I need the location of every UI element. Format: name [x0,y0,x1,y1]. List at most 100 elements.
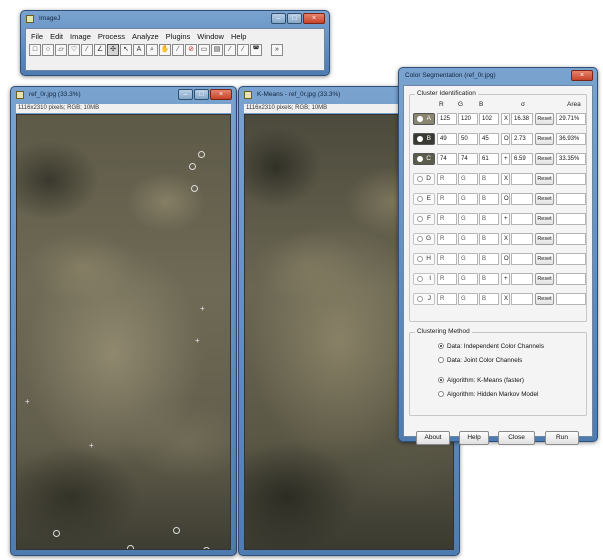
angle-tool-icon[interactable]: ∠ [94,44,106,56]
menu-process[interactable]: Process [98,32,125,41]
cluster-select[interactable]: E [413,193,435,205]
blue-field[interactable]: B [479,253,499,265]
cluster-select[interactable]: D [413,173,435,185]
flood-tool-icon[interactable]: ◚ [250,44,262,56]
stk-tool-icon[interactable]: ▤ [211,44,223,56]
green-field[interactable]: G [458,233,478,245]
line-tool-icon[interactable]: ⁄ [81,44,93,56]
cluster-radio-icon[interactable] [417,256,423,262]
menu-help[interactable]: Help [231,32,246,41]
cluster-select[interactable]: H [413,253,435,265]
dropper-tool-icon[interactable]: ⁄ [172,44,184,56]
reset-button[interactable]: Reset [535,153,554,165]
reset-button[interactable]: Reset [535,293,554,305]
red-field[interactable]: 125 [437,113,457,125]
original-image-canvas[interactable]: + + + + [16,114,231,550]
option-data-independent-color-channels[interactable]: Data: Independent Color Channels [438,343,544,350]
cluster-select[interactable]: F [413,213,435,225]
option-data-joint-color-channels[interactable]: Data: Joint Color Channels [438,357,522,364]
freehand-tool-icon[interactable]: ♡ [68,44,80,56]
oval-tool-icon[interactable]: ○ [42,44,54,56]
cluster-radio-icon[interactable] [417,176,423,182]
minimize-button[interactable]: – [271,13,286,24]
radio-button-icon[interactable] [438,357,444,364]
cluster-radio-icon[interactable] [417,136,423,142]
marker-symbol-field[interactable]: + [501,213,510,225]
marker-symbol-field[interactable]: O [501,193,510,205]
blue-field[interactable]: B [479,233,499,245]
radio-button-icon[interactable] [438,343,444,350]
segmentation-titlebar[interactable]: Color Segmentation (ref_0r.jpg) × [399,68,597,84]
close-button[interactable]: × [303,13,325,24]
blue-field[interactable]: 61 [479,153,499,165]
cluster-radio-icon[interactable] [417,236,423,242]
option-algorithm-hidden-markov-model[interactable]: Algorithm: Hidden Markov Model [438,391,538,398]
marker-symbol-field[interactable]: X [501,173,510,185]
cluster-radio-icon[interactable] [417,216,423,222]
green-field[interactable]: G [458,213,478,225]
cluster-select[interactable]: J [413,293,435,305]
help-button[interactable]: Help [459,431,489,445]
about-button[interactable]: About [416,431,450,445]
marker-symbol-field[interactable]: O [501,253,510,265]
red-field[interactable]: R [437,213,457,225]
radio-button-icon[interactable] [438,377,444,384]
lut-tool-icon[interactable]: ▭ [198,44,210,56]
blue-field[interactable]: B [479,193,499,205]
cluster-radio-icon[interactable] [417,296,423,302]
cluster-radio-icon[interactable] [417,116,423,122]
stop-tool-icon[interactable]: ⊘ [185,44,197,56]
wand-tool-icon[interactable]: ↖ [120,44,132,56]
cluster-swatch[interactable]: B [413,133,435,145]
minimize-button[interactable]: – [178,89,193,100]
polygon-tool-icon[interactable]: ▱ [55,44,67,56]
red-field[interactable]: R [437,233,457,245]
menu-plugins[interactable]: Plugins [166,32,191,41]
menu-file[interactable]: File [31,32,43,41]
reset-button[interactable]: Reset [535,193,554,205]
blue-field[interactable]: B [479,213,499,225]
original-image-titlebar[interactable]: ref_0r.jpg (33.3%) – □ × [11,87,236,103]
marker-symbol-field[interactable]: + [501,153,510,165]
cluster-select[interactable]: I [413,273,435,285]
reset-button[interactable]: Reset [535,113,554,125]
radio-button-icon[interactable] [438,391,444,398]
cluster-radio-icon[interactable] [417,156,423,162]
cluster-radio-icon[interactable] [417,276,423,282]
cluster-swatch[interactable]: A [413,113,435,125]
red-field[interactable]: R [437,273,457,285]
green-field[interactable]: 50 [458,133,478,145]
maximize-button[interactable]: □ [194,89,209,100]
reset-button[interactable]: Reset [535,133,554,145]
text-tool-icon[interactable]: A [133,44,145,56]
menu-edit[interactable]: Edit [50,32,63,41]
pencil-tool-icon[interactable]: ⁄ [224,44,236,56]
reset-button[interactable]: Reset [535,173,554,185]
close-dialog-button[interactable]: Close [498,431,535,445]
brush-tool-icon[interactable]: ⁄ [237,44,249,56]
blue-field[interactable]: B [479,173,499,185]
menu-analyze[interactable]: Analyze [132,32,159,41]
marker-symbol-field[interactable]: X [501,113,510,125]
close-button[interactable]: × [210,89,232,100]
red-field[interactable]: R [437,293,457,305]
hand-tool-icon[interactable]: ✋ [159,44,171,56]
maximize-button[interactable]: □ [287,13,302,24]
reset-button[interactable]: Reset [535,273,554,285]
green-field[interactable]: G [458,253,478,265]
red-field[interactable]: R [437,193,457,205]
blue-field[interactable]: 102 [479,113,499,125]
marker-symbol-field[interactable]: O [501,133,510,145]
green-field[interactable]: 74 [458,153,478,165]
reset-button[interactable]: Reset [535,213,554,225]
option-algorithm-k-means-faster[interactable]: Algorithm: K-Means (faster) [438,377,524,384]
green-field[interactable]: 120 [458,113,478,125]
red-field[interactable]: R [437,253,457,265]
red-field[interactable]: 49 [437,133,457,145]
green-field[interactable]: G [458,293,478,305]
imagej-titlebar[interactable]: ImageJ – □ × [21,11,329,27]
blue-field[interactable]: 45 [479,133,499,145]
blue-field[interactable]: B [479,273,499,285]
rectangle-tool-icon[interactable]: □ [29,44,41,56]
more-tools-icon[interactable]: » [271,44,283,56]
